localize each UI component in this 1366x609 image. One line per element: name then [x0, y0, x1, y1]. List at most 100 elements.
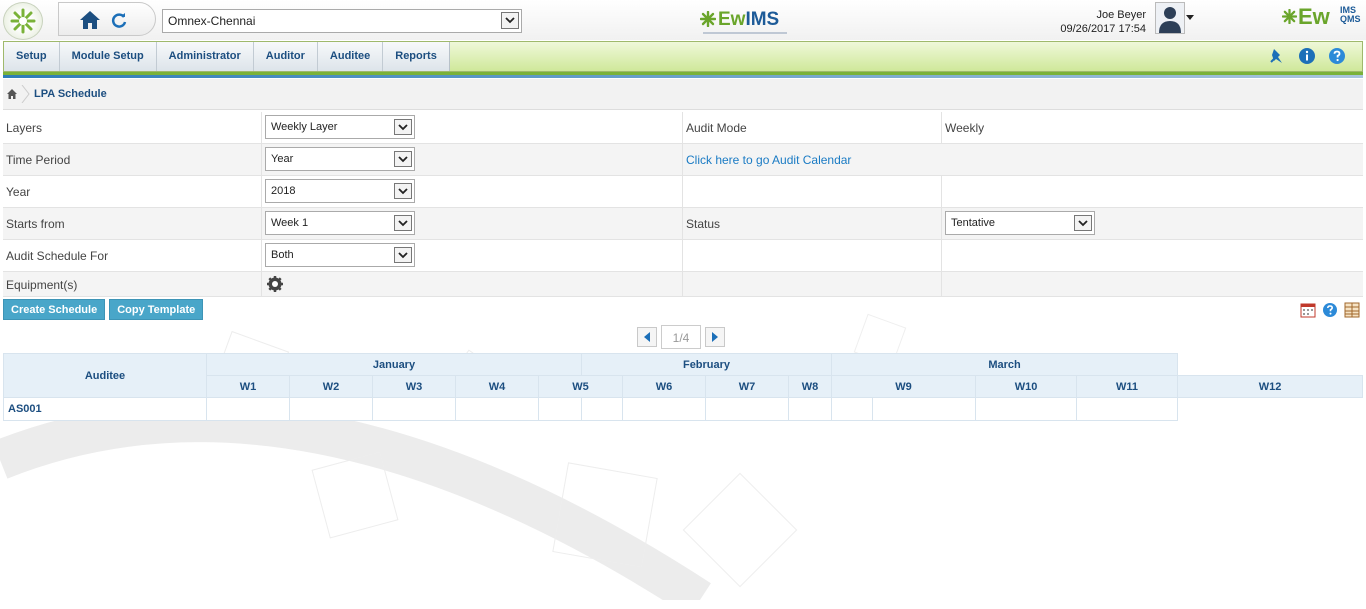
menu-item-setup[interactable]: Setup	[4, 42, 60, 71]
schedule-cell[interactable]	[1076, 397, 1179, 421]
grid-tools	[1300, 302, 1360, 318]
refresh-icon[interactable]	[111, 12, 127, 28]
gear-icon[interactable]	[267, 276, 283, 292]
week-header: W1	[206, 375, 290, 398]
columns-icon[interactable]	[1344, 302, 1360, 318]
month-header-january: January	[206, 353, 582, 376]
schedule-cell[interactable]	[975, 397, 1078, 421]
form-row-year: Year 2018	[3, 176, 1363, 208]
schedule-cell[interactable]	[372, 397, 456, 421]
week-header: W2	[289, 375, 373, 398]
layers-label: Layers	[6, 121, 43, 135]
menu-item-auditor[interactable]: Auditor	[254, 42, 318, 71]
page-title: LPA Schedule	[34, 88, 107, 100]
schedule-cell[interactable]	[622, 397, 706, 421]
brand-tagline-bar	[703, 32, 787, 34]
next-page-button[interactable]	[705, 327, 725, 347]
avatar[interactable]	[1155, 2, 1185, 34]
audit-schedule-for-label: Audit Schedule For	[6, 249, 109, 263]
triangle-right-icon	[712, 332, 718, 342]
calendar-icon[interactable]	[1300, 302, 1316, 318]
schedule-cell[interactable]	[206, 397, 290, 421]
schedule-cell[interactable]	[538, 397, 582, 421]
year-label: Year	[6, 185, 31, 199]
week-header: W3	[372, 375, 456, 398]
form-row-audit-schedule-for: Audit Schedule For Both	[3, 240, 1363, 272]
menu-item-auditee[interactable]: Auditee	[318, 42, 384, 71]
year-select[interactable]: 2018	[265, 179, 415, 203]
prev-page-button[interactable]	[637, 327, 657, 347]
form-row-layers: Layers Weekly Layer Audit Mode Weekly	[3, 112, 1363, 144]
app-logo[interactable]	[3, 2, 43, 40]
chevron-down-icon[interactable]	[501, 12, 519, 29]
brand-right-sup-bottom: QMS	[1340, 14, 1361, 24]
starts-from-select-value: Week 1	[271, 217, 309, 229]
audit-mode-value: Weekly	[945, 121, 985, 135]
user-icon	[1159, 7, 1181, 33]
schedule-cell[interactable]	[289, 397, 373, 421]
week-header-row: W1 W2 W3 W4 W5 W6 W7 W8 W9 W10 W11 W12	[4, 375, 1363, 398]
month-header-row: Auditee January February March	[3, 353, 1363, 398]
form-row-starts-from: Starts from Week 1 Status Tentative	[3, 208, 1363, 240]
home-icon[interactable]	[6, 88, 18, 100]
chevron-down-icon[interactable]	[394, 247, 412, 263]
empty-cell	[942, 240, 1363, 271]
status-label: Status	[686, 217, 721, 231]
schedule-cell[interactable]	[455, 397, 539, 421]
audit-calendar-link[interactable]: Click here to go Audit Calendar	[686, 153, 851, 167]
status-select[interactable]: Tentative	[945, 211, 1095, 235]
starts-from-label: Starts from	[6, 217, 65, 231]
brand-right-name: Ew	[1298, 4, 1330, 29]
chevron-down-icon[interactable]	[1074, 215, 1092, 231]
breadcrumb-separator-icon	[21, 85, 30, 103]
info-icon[interactable]	[1298, 47, 1316, 65]
schedule-cell[interactable]	[787, 397, 833, 421]
help-icon[interactable]	[1322, 302, 1338, 318]
auditee-cell[interactable]: AS001	[3, 397, 207, 421]
menu-item-administrator[interactable]: Administrator	[157, 42, 254, 71]
chevron-down-icon[interactable]	[394, 215, 412, 231]
week-header: W6	[622, 375, 706, 398]
month-header-march: March	[831, 353, 1179, 376]
copy-template-button[interactable]: Copy Template	[109, 299, 204, 320]
brand-center-suffix: IMS	[745, 9, 780, 30]
layers-select-value: Weekly Layer	[271, 121, 338, 133]
menu-bar: Setup Module Setup Administrator Auditor…	[4, 42, 450, 71]
chevron-down-icon[interactable]	[394, 183, 412, 199]
breadcrumb: LPA Schedule	[3, 79, 1363, 110]
empty-cell	[942, 176, 1363, 207]
time-period-select[interactable]: Year	[265, 147, 415, 171]
site-select[interactable]: Omnex-Chennai	[162, 9, 522, 33]
starts-from-select[interactable]: Week 1	[265, 211, 415, 235]
home-toolbar	[58, 2, 156, 36]
audit-schedule-for-select-value: Both	[271, 249, 294, 261]
nav-blue-strip	[3, 75, 1363, 78]
year-select-value: 2018	[271, 185, 296, 197]
week-header: W4	[455, 375, 539, 398]
audit-schedule-for-select[interactable]: Both	[265, 243, 415, 267]
pin-icon[interactable]	[1268, 47, 1286, 65]
time-period-select-value: Year	[271, 153, 294, 165]
form-row-time-period: Time Period Year Click here to go Audit …	[3, 144, 1363, 176]
table-row: AS001	[3, 397, 1363, 421]
schedule-cell[interactable]	[581, 397, 623, 421]
schedule-cell[interactable]	[831, 397, 874, 421]
ewims-logo: EwIMS	[700, 8, 790, 36]
schedule-cell[interactable]	[705, 397, 789, 421]
layers-select[interactable]: Weekly Layer	[265, 115, 415, 139]
triangle-left-icon	[644, 332, 650, 342]
create-schedule-button[interactable]: Create Schedule	[3, 299, 106, 320]
caret-down-icon[interactable]	[1186, 15, 1194, 20]
help-icon[interactable]	[1328, 47, 1346, 65]
home-icon[interactable]	[79, 10, 101, 30]
sunburst-logo-icon	[10, 8, 36, 34]
chevron-down-icon[interactable]	[394, 119, 412, 135]
week-header: W7	[705, 375, 789, 398]
menu-item-module-setup[interactable]: Module Setup	[60, 42, 157, 71]
chevron-down-icon[interactable]	[394, 151, 412, 167]
time-period-label: Time Period	[6, 153, 71, 167]
schedule-cell[interactable]	[872, 397, 977, 421]
menu-item-reports[interactable]: Reports	[383, 42, 449, 71]
empty-cell	[683, 272, 942, 296]
user-name: Joe Beyer	[1096, 9, 1146, 21]
